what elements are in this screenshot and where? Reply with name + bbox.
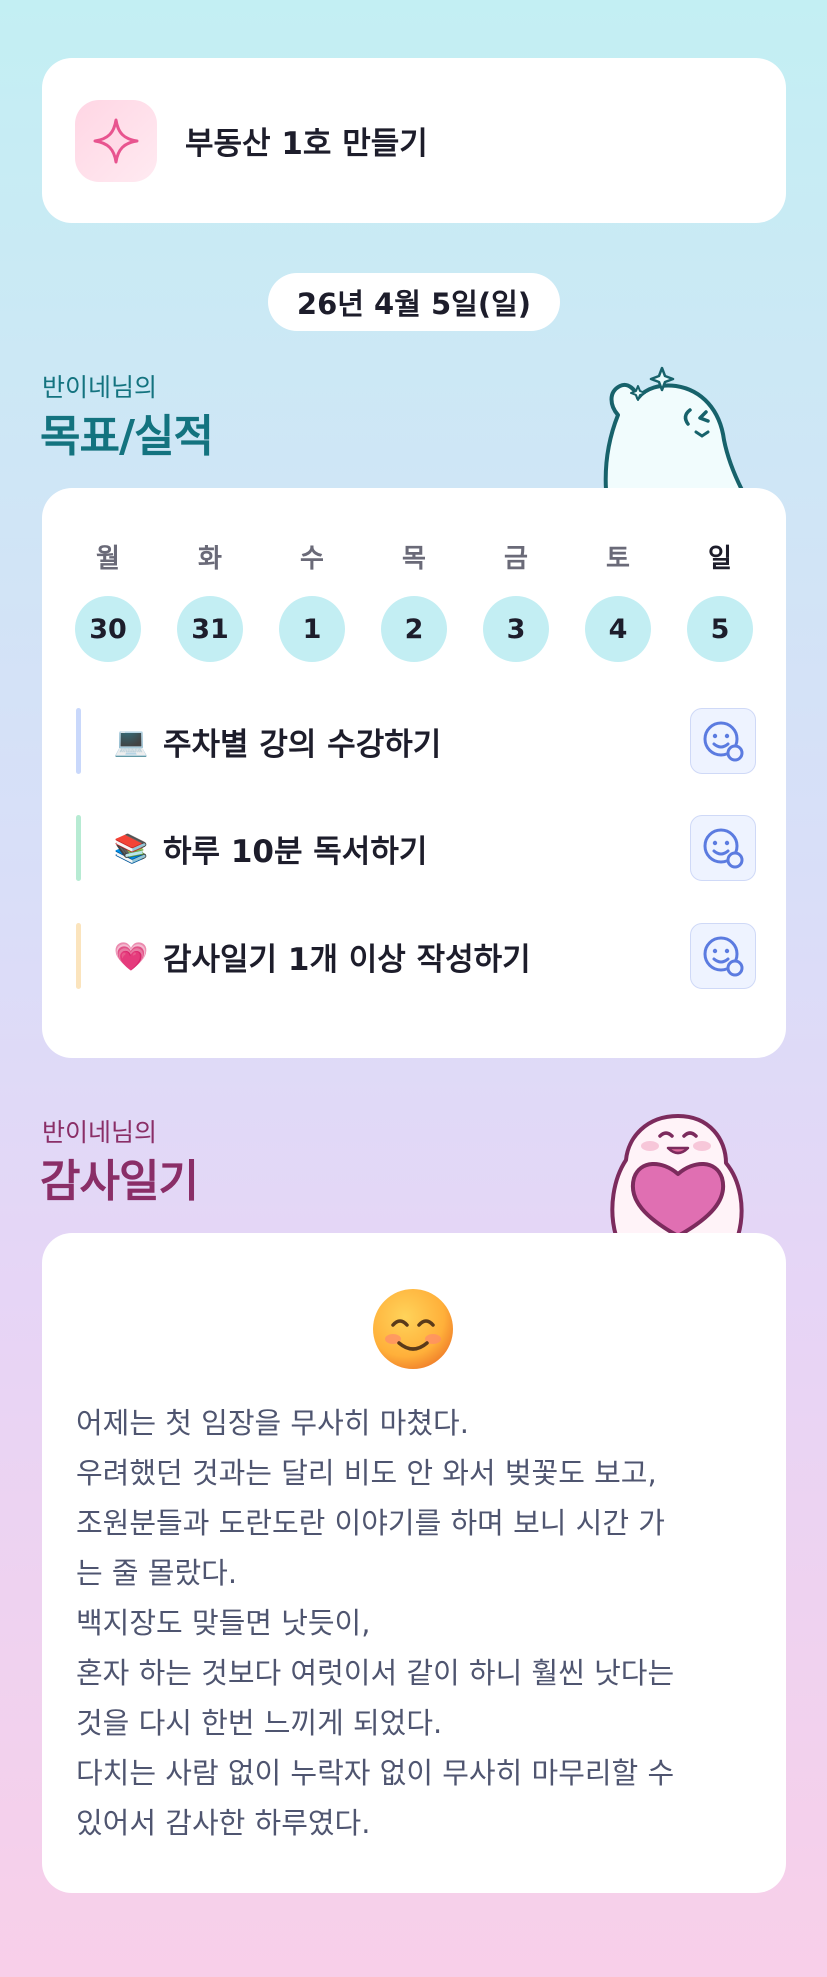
task-text: 감사일기 1개 이상 작성하기 — [163, 941, 531, 978]
smile-check-icon — [703, 936, 744, 977]
task-item[interactable]: 💗 감사일기 1개 이상 작성하기 — [76, 923, 756, 989]
smile-check-icon — [703, 721, 744, 762]
day-number-sun[interactable]: 5 — [687, 596, 753, 662]
diary-text: 어제는 첫 임장을 무사히 마쳤다. 우려했던 것과는 달리 비도 안 와서 벚… — [76, 1398, 756, 1848]
task-color-bar — [76, 923, 81, 989]
diary-line: 다치는 사람 없이 누락자 없이 무사히 마무리할 수 — [76, 1756, 675, 1790]
day-label-fri: 금 — [504, 544, 528, 574]
mascot-cyan-icon — [603, 366, 744, 490]
diary-line: 우려했던 것과는 달리 비도 안 와서 벚꽃도 보고, — [76, 1456, 657, 1490]
diary-line: 조원분들과 도란도란 이야기를 하며 보니 시간 가 — [76, 1506, 665, 1540]
day-label-wed: 수 — [300, 544, 324, 574]
diary-line: 것을 다시 한번 느끼게 되었다. — [76, 1706, 443, 1740]
task-status-button[interactable] — [690, 923, 756, 989]
day-label-tue: 화 — [198, 544, 222, 574]
task-color-bar — [76, 708, 81, 774]
day-number-sat[interactable]: 4 — [585, 596, 651, 662]
task-text: 주차별 강의 수강하기 — [163, 726, 442, 763]
task-status-button[interactable] — [690, 815, 756, 881]
goals-section-title: 목표/실적 — [40, 411, 214, 462]
goals-section-subtitle: 반이네님의 — [42, 373, 158, 402]
task-item[interactable]: 💻 주차별 강의 수강하기 — [76, 708, 756, 774]
diary-section-subtitle: 반이네님의 — [42, 1118, 158, 1147]
day-number-mon[interactable]: 30 — [75, 596, 141, 662]
goal-card[interactable]: 부동산 1호 만들기 — [42, 58, 786, 223]
task-color-bar — [76, 815, 81, 881]
day-label-thu: 목 — [402, 544, 426, 574]
task-item[interactable]: 📚 하루 10분 독서하기 — [76, 815, 756, 881]
diary-line: 있어서 감사한 하루였다. — [76, 1806, 371, 1840]
diary-line: 혼자 하는 것보다 여럿이서 같이 하니 훨씬 낫다는 — [76, 1656, 675, 1690]
date-pill[interactable]: 26년 4월 5일(일) — [268, 273, 560, 331]
laptop-icon: 💻 — [113, 724, 149, 758]
smiling-face-icon — [373, 1289, 453, 1369]
goal-title: 부동산 1호 만들기 — [185, 126, 428, 162]
task-status-button[interactable] — [690, 708, 756, 774]
smile-check-icon — [703, 828, 744, 869]
day-label-sun: 일 — [708, 544, 732, 574]
day-number-thu[interactable]: 2 — [381, 596, 447, 662]
diary-line: 백지장도 맞들면 낫듯이, — [76, 1606, 371, 1640]
books-icon: 📚 — [113, 831, 149, 865]
diary-section-title: 감사일기 — [40, 1156, 199, 1207]
sparkle-icon — [75, 99, 157, 182]
diary-line: 어제는 첫 임장을 무사히 마쳤다. — [76, 1406, 469, 1440]
task-text: 하루 10분 독서하기 — [163, 833, 428, 870]
heart-icon: 💗 — [113, 939, 149, 973]
mascot-pink-heart-icon — [610, 1114, 744, 1236]
diary-line: 는 줄 몰랐다. — [76, 1556, 238, 1590]
day-number-tue[interactable]: 31 — [177, 596, 243, 662]
day-number-wed[interactable]: 1 — [279, 596, 345, 662]
day-number-fri[interactable]: 3 — [483, 596, 549, 662]
day-label-mon: 월 — [96, 544, 120, 574]
day-label-sat: 토 — [606, 544, 630, 574]
